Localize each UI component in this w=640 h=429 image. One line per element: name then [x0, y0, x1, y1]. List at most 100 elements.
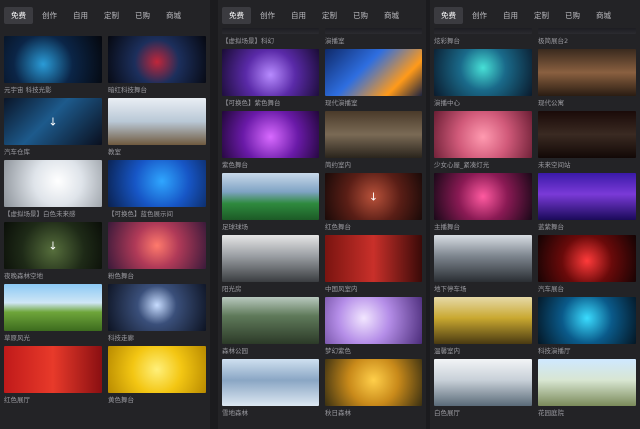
scene-thumbnail[interactable]	[222, 49, 319, 96]
scene-thumbnail[interactable]	[108, 222, 206, 269]
tab-3[interactable]: 定制	[97, 7, 126, 24]
tab-2[interactable]: 自用	[66, 7, 95, 24]
scene-card[interactable]: 暗红科技舞台	[108, 36, 206, 98]
scene-card[interactable]: 温馨室内	[434, 297, 532, 359]
tab-3[interactable]: 定制	[527, 7, 556, 24]
scene-thumbnail[interactable]	[325, 49, 422, 96]
download-icon[interactable]: ↓	[48, 116, 57, 127]
scene-card[interactable]: 阳光房	[222, 235, 319, 297]
scene-thumbnail[interactable]	[222, 111, 319, 158]
scene-thumbnail[interactable]: ↓	[4, 98, 102, 145]
scene-thumbnail[interactable]	[434, 28, 532, 34]
scene-thumbnail[interactable]	[538, 235, 636, 282]
scene-thumbnail[interactable]	[434, 111, 532, 158]
tab-0[interactable]: 免费	[222, 6, 251, 24]
tab-0[interactable]: 免费	[4, 6, 33, 24]
scene-thumbnail[interactable]	[325, 359, 422, 406]
scene-card[interactable]: 教室	[108, 98, 206, 160]
scene-card[interactable]: ↓ 夜晚森林空地	[4, 222, 102, 284]
scene-card[interactable]: 粉色舞台	[108, 222, 206, 284]
scene-thumbnail[interactable]	[538, 49, 636, 96]
scene-card[interactable]: 元宇宙 科技光影	[4, 36, 102, 98]
tab-2[interactable]: 自用	[496, 7, 525, 24]
scene-thumbnail[interactable]	[538, 111, 636, 158]
scene-thumbnail[interactable]	[325, 235, 422, 282]
scene-thumbnail[interactable]	[4, 160, 102, 207]
scene-card[interactable]: 蓝紫舞台	[538, 173, 636, 235]
scene-thumbnail[interactable]	[434, 297, 532, 344]
download-icon[interactable]: ↓	[369, 191, 378, 202]
scene-thumbnail[interactable]: ↓	[4, 222, 102, 269]
scene-card[interactable]: 演播中心	[434, 49, 532, 111]
scene-thumbnail[interactable]	[222, 359, 319, 406]
scene-card[interactable]: 梦幻紫色	[325, 297, 422, 359]
scene-card[interactable]: 未来空间站	[538, 111, 636, 173]
scene-thumbnail[interactable]	[108, 36, 206, 83]
tab-5[interactable]: 商城	[377, 7, 406, 24]
scene-thumbnail[interactable]	[538, 297, 636, 344]
scene-thumbnail[interactable]	[222, 28, 319, 34]
scene-thumbnail[interactable]	[108, 160, 206, 207]
scene-thumbnail[interactable]	[325, 297, 422, 344]
scene-card[interactable]: 主播舞台	[434, 173, 532, 235]
scene-thumbnail[interactable]: ↓	[325, 173, 422, 220]
scene-card[interactable]: 秋日森林	[325, 359, 422, 421]
scene-thumbnail[interactable]	[108, 98, 206, 145]
scene-card[interactable]: 【虚拟场景】科幻	[222, 28, 319, 49]
scene-card[interactable]: 足球球场	[222, 173, 319, 235]
scene-thumbnail[interactable]	[538, 359, 636, 406]
scene-card[interactable]: 白色展厅	[434, 359, 532, 421]
scene-card[interactable]: 花园庭院	[538, 359, 636, 421]
scene-card[interactable]: 极简展台2	[538, 28, 636, 49]
tab-4[interactable]: 已购	[346, 7, 375, 24]
scene-card[interactable]: 地下停车场	[434, 235, 532, 297]
tab-5[interactable]: 商城	[589, 7, 618, 24]
scene-card[interactable]: ↓ 红色舞台	[325, 173, 422, 235]
scene-card[interactable]: 科技演播厅	[538, 297, 636, 359]
scene-thumbnail[interactable]	[325, 111, 422, 158]
scene-card[interactable]: 现代公寓	[538, 49, 636, 111]
tab-5[interactable]: 商城	[159, 7, 188, 24]
scene-thumbnail[interactable]	[434, 359, 532, 406]
scene-thumbnail[interactable]	[434, 49, 532, 96]
scene-card[interactable]: 简约室内	[325, 111, 422, 173]
tab-4[interactable]: 已购	[558, 7, 587, 24]
tab-1[interactable]: 创作	[253, 7, 282, 24]
scene-thumbnail[interactable]	[538, 28, 636, 34]
scene-card[interactable]: 草原风光	[4, 284, 102, 346]
scene-thumbnail[interactable]	[4, 284, 102, 331]
scene-card[interactable]: 中国风室内	[325, 235, 422, 297]
scene-thumbnail[interactable]	[434, 235, 532, 282]
scene-card[interactable]: 黄色舞台	[108, 346, 206, 408]
scene-card[interactable]: 红色展厅	[4, 346, 102, 408]
scene-card[interactable]: 演播室	[325, 28, 422, 49]
scene-thumbnail[interactable]	[108, 284, 206, 331]
tab-4[interactable]: 已购	[128, 7, 157, 24]
scene-thumbnail[interactable]	[222, 235, 319, 282]
tab-1[interactable]: 创作	[35, 7, 64, 24]
tab-1[interactable]: 创作	[465, 7, 494, 24]
scene-thumbnail[interactable]	[538, 173, 636, 220]
scene-card[interactable]: 【虚拟场景】白色未来感	[4, 160, 102, 222]
scene-card[interactable]: 【可换色】蓝色展示间	[108, 160, 206, 222]
scene-card[interactable]: 少女心屋_紧凑灯光	[434, 111, 532, 173]
download-icon[interactable]: ↓	[48, 240, 57, 251]
scene-card[interactable]: 科技走廊	[108, 284, 206, 346]
scene-thumbnail[interactable]	[325, 28, 422, 34]
scene-card[interactable]: 炫彩舞台	[434, 28, 532, 49]
scene-card[interactable]: 雪地森林	[222, 359, 319, 421]
scene-thumbnail[interactable]	[222, 173, 319, 220]
scene-card[interactable]: 森林公园	[222, 297, 319, 359]
scene-card[interactable]: 汽车展台	[538, 235, 636, 297]
scene-thumbnail[interactable]	[4, 346, 102, 393]
tab-3[interactable]: 定制	[315, 7, 344, 24]
scene-card[interactable]: 紫色舞台	[222, 111, 319, 173]
scene-thumbnail[interactable]	[222, 297, 319, 344]
scene-thumbnail[interactable]	[434, 173, 532, 220]
scene-thumbnail[interactable]	[4, 36, 102, 83]
scene-thumbnail[interactable]	[108, 346, 206, 393]
tab-2[interactable]: 自用	[284, 7, 313, 24]
tab-0[interactable]: 免费	[434, 6, 463, 24]
scene-card[interactable]: 现代演播室	[325, 49, 422, 111]
scene-card[interactable]: 【可换色】紫色舞台	[222, 49, 319, 111]
